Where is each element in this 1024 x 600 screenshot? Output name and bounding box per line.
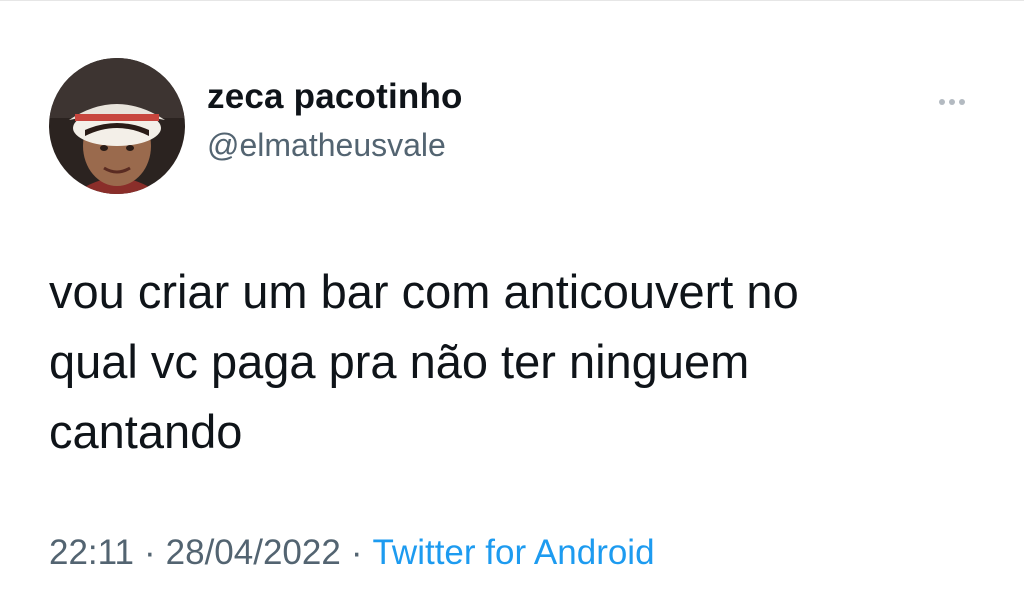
tweet-metadata: 22:11 · 28/04/2022 · Twitter for Android (49, 528, 655, 578)
tweet-header: zeca pacotinho @elmatheusvale (49, 58, 463, 194)
more-horizontal-icon[interactable] (930, 91, 974, 113)
separator: · (350, 533, 363, 572)
avatar-image (49, 58, 185, 194)
user-handle[interactable]: @elmatheusvale (207, 123, 463, 167)
avatar[interactable] (49, 58, 185, 194)
more-dot (939, 99, 945, 105)
display-name[interactable]: zeca pacotinho (207, 75, 463, 119)
more-dot (949, 99, 955, 105)
user-names: zeca pacotinho @elmatheusvale (207, 75, 463, 167)
tweet-source-link[interactable]: Twitter for Android (372, 533, 654, 572)
tweet-date[interactable]: 28/04/2022 (166, 533, 341, 572)
tweet-time[interactable]: 22:11 (49, 533, 134, 572)
more-dot (959, 99, 965, 105)
tweet-card: zeca pacotinho @elmatheusvale vou criar … (0, 0, 1024, 600)
tweet-text: vou criar um bar com anticouvert no qual… (49, 265, 799, 458)
separator: · (144, 533, 156, 572)
